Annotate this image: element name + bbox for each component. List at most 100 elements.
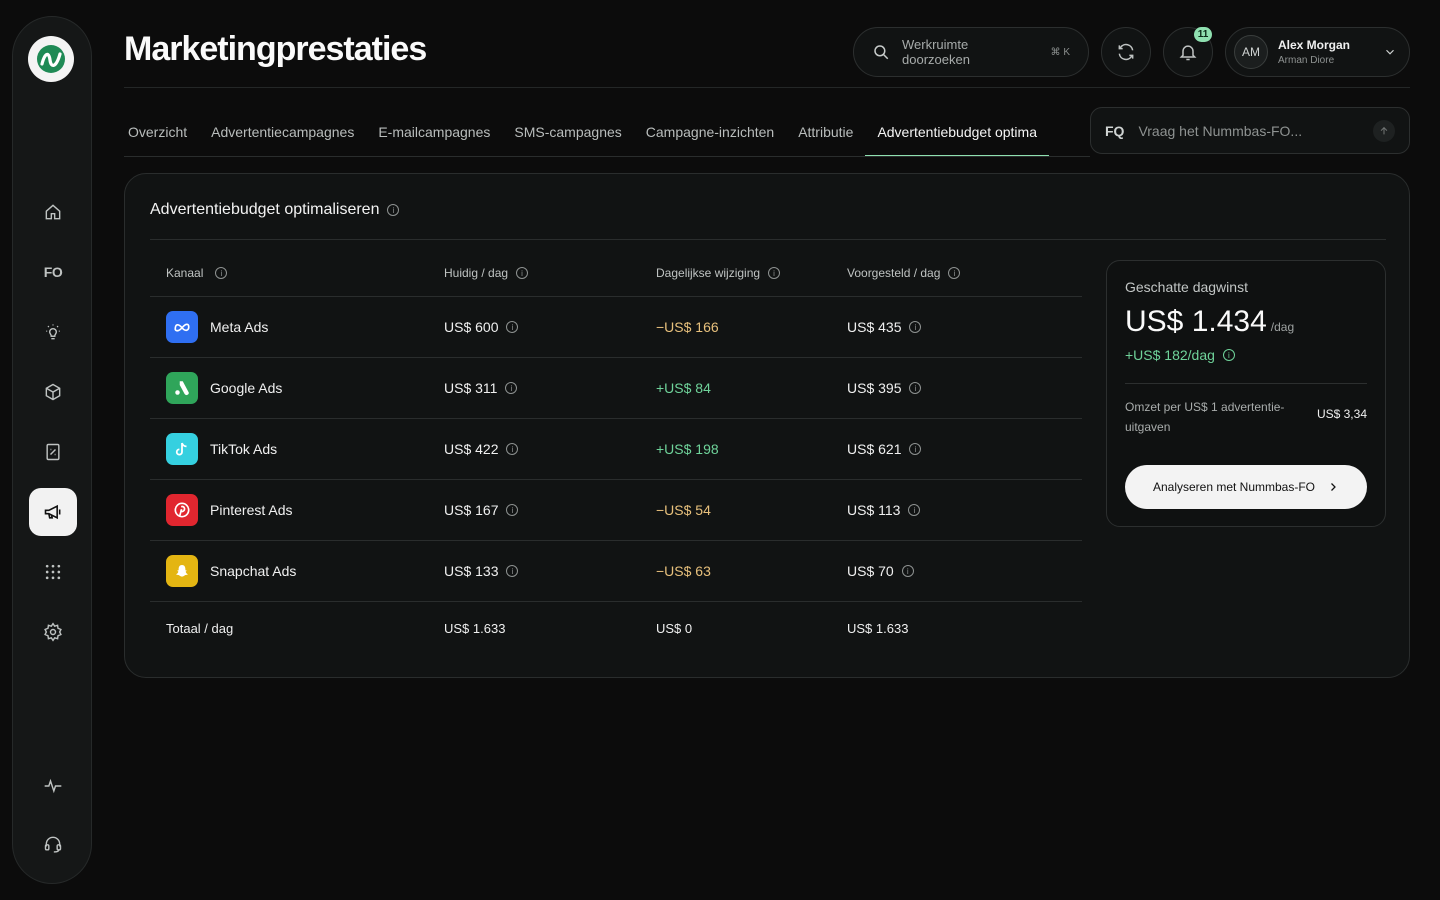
user-menu[interactable]: AM Alex Morgan Arman Diore bbox=[1225, 27, 1410, 77]
change-value: +US$ 198 bbox=[656, 441, 719, 457]
tab-campaign-insights[interactable]: Campagne-inzichten bbox=[634, 108, 786, 157]
suggested-cell: US$ 113 i bbox=[847, 502, 1082, 518]
tab-ad-campaigns[interactable]: Advertentiecampagnes bbox=[199, 108, 366, 157]
table-row[interactable]: Google Ads US$ 311 i +US$ 84 US$ 395 i bbox=[150, 358, 1082, 419]
info-icon[interactable]: i bbox=[909, 443, 922, 455]
table-row[interactable]: Pinterest Ads US$ 167 i −US$ 54 US$ 113 i bbox=[150, 480, 1082, 541]
current-cell: US$ 167 i bbox=[444, 502, 656, 518]
col-current: Huidig / dag i bbox=[444, 266, 656, 280]
profit-divider bbox=[1125, 383, 1367, 384]
total-label: Totaal / dag bbox=[166, 620, 234, 636]
current-value: US$ 600 bbox=[444, 319, 499, 335]
info-icon[interactable]: i bbox=[506, 565, 519, 577]
table-row[interactable]: Meta Ads US$ 600 i −US$ 166 US$ 435 i bbox=[150, 297, 1082, 358]
tab-email-campaigns[interactable]: E-mailcampagnes bbox=[366, 108, 502, 157]
card-divider bbox=[150, 239, 1386, 240]
info-icon[interactable]: i bbox=[901, 565, 914, 577]
col-label: Kanaal bbox=[166, 266, 204, 280]
table-row[interactable]: TikTok Ads US$ 422 i +US$ 198 US$ 621 i bbox=[150, 419, 1082, 480]
chevron-down-icon bbox=[1386, 49, 1394, 55]
sidebar-item-settings[interactable] bbox=[29, 608, 77, 656]
info-icon[interactable]: i bbox=[506, 321, 519, 333]
arrow-up-icon bbox=[1380, 126, 1388, 134]
pulse-icon bbox=[44, 778, 62, 794]
current-value: US$ 133 bbox=[444, 563, 499, 579]
suggested-value: US$ 113 bbox=[847, 502, 901, 518]
sidebar-item-apps[interactable] bbox=[29, 548, 77, 596]
sidebar-item-fo[interactable]: FO bbox=[29, 248, 77, 296]
sidebar-item-products[interactable] bbox=[29, 368, 77, 416]
channel-cell: Meta Ads bbox=[150, 311, 444, 343]
info-icon[interactable]: i bbox=[506, 504, 519, 516]
sidebar-item-reports[interactable] bbox=[29, 428, 77, 476]
profit-gain: +US$ 182/dag i bbox=[1125, 347, 1235, 363]
info-icon[interactable]: i bbox=[506, 443, 519, 455]
google-ads-icon bbox=[166, 372, 198, 404]
refresh-icon bbox=[1118, 43, 1134, 61]
info-icon[interactable]: i bbox=[1222, 349, 1235, 361]
change-value: −US$ 166 bbox=[656, 319, 719, 335]
info-icon[interactable]: i bbox=[908, 504, 921, 516]
user-names: Alex Morgan Arman Diore bbox=[1278, 38, 1373, 66]
tabs-divider bbox=[124, 156, 1090, 157]
headset-icon bbox=[44, 836, 62, 853]
current-cell: US$ 311 i bbox=[444, 380, 656, 396]
card-title: Advertentiebudget optimaliseren i bbox=[150, 201, 400, 219]
profit-value: US$ 1.434 bbox=[1125, 305, 1267, 338]
box-icon bbox=[45, 383, 61, 401]
roas-label: Omzet per US$ 1 advertentie-uitgaven bbox=[1125, 400, 1285, 434]
channel-name: Pinterest Ads bbox=[210, 502, 293, 518]
table-row[interactable]: Snapchat Ads US$ 133 i −US$ 63 US$ 70 i bbox=[150, 541, 1082, 602]
col-label: Voorgesteld / dag bbox=[847, 266, 941, 280]
page-title: Marketingprestaties bbox=[124, 30, 427, 68]
current-value: US$ 167 bbox=[444, 502, 499, 518]
info-icon[interactable]: i bbox=[516, 267, 529, 279]
channel-cell: Google Ads bbox=[150, 372, 444, 404]
sidebar-item-marketing[interactable] bbox=[29, 488, 77, 536]
ask-placeholder: Vraag het Nummbas-FO... bbox=[1138, 122, 1303, 139]
suggested-cell: US$ 621 i bbox=[847, 441, 1082, 457]
search-shortcut: ⌘ K bbox=[1050, 46, 1070, 58]
change-value: −US$ 54 bbox=[656, 502, 711, 518]
nummbas-logo[interactable] bbox=[28, 36, 74, 82]
search-input[interactable]: Werkruimte doorzoeken ⌘ K bbox=[853, 27, 1089, 77]
header-divider bbox=[124, 87, 1410, 88]
user-org: Arman Diore bbox=[1278, 55, 1335, 66]
tab-bar: Overzicht Advertentiecampagnes E-mailcam… bbox=[124, 108, 1049, 157]
tab-sms-campaigns[interactable]: SMS-campagnes bbox=[502, 108, 633, 157]
info-icon[interactable]: i bbox=[948, 267, 961, 279]
tab-overview[interactable]: Overzicht bbox=[124, 108, 199, 157]
info-icon[interactable]: i bbox=[909, 382, 922, 394]
ask-fo-input[interactable]: FQ Vraag het Nummbas-FO... bbox=[1090, 107, 1410, 154]
search-placeholder: Werkruimte doorzoeken bbox=[902, 37, 970, 67]
logo-icon bbox=[37, 45, 65, 73]
total-suggested: US$ 1.633 bbox=[847, 620, 909, 636]
roas-value: US$ 3,34 bbox=[1316, 407, 1367, 421]
notifications-button[interactable]: 11 bbox=[1163, 27, 1213, 77]
tab-ad-budget-optimization[interactable]: Advertentiebudget optima bbox=[865, 108, 1049, 157]
report-icon bbox=[46, 443, 60, 461]
sidebar-item-home[interactable] bbox=[29, 188, 77, 236]
suggested-value: US$ 435 bbox=[847, 319, 902, 335]
col-label: Huidig / dag bbox=[444, 266, 509, 280]
refresh-button[interactable] bbox=[1101, 27, 1151, 77]
suggested-cell: US$ 435 i bbox=[847, 319, 1082, 335]
info-icon[interactable]: i bbox=[768, 267, 781, 279]
change-cell: +US$ 198 bbox=[656, 441, 847, 457]
change-cell: −US$ 54 bbox=[656, 502, 847, 518]
analyze-button[interactable]: Analyseren met Nummbas-FO bbox=[1125, 465, 1367, 509]
info-icon[interactable]: i bbox=[505, 382, 518, 394]
sidebar-item-support[interactable] bbox=[29, 820, 77, 868]
info-icon[interactable]: i bbox=[387, 204, 400, 216]
suggested-value: US$ 70 bbox=[847, 563, 894, 579]
sidebar-item-activity[interactable] bbox=[29, 762, 77, 810]
channel-name: TikTok Ads bbox=[210, 441, 278, 457]
sidebar: FO bbox=[12, 16, 92, 884]
tab-attribution[interactable]: Attributie bbox=[786, 108, 865, 157]
send-button[interactable] bbox=[1373, 119, 1395, 142]
info-icon[interactable]: i bbox=[215, 267, 228, 279]
channel-name: Google Ads bbox=[210, 380, 283, 396]
info-icon[interactable]: i bbox=[909, 321, 922, 333]
suggested-value: US$ 395 bbox=[847, 380, 902, 396]
sidebar-item-insights[interactable] bbox=[29, 308, 77, 356]
